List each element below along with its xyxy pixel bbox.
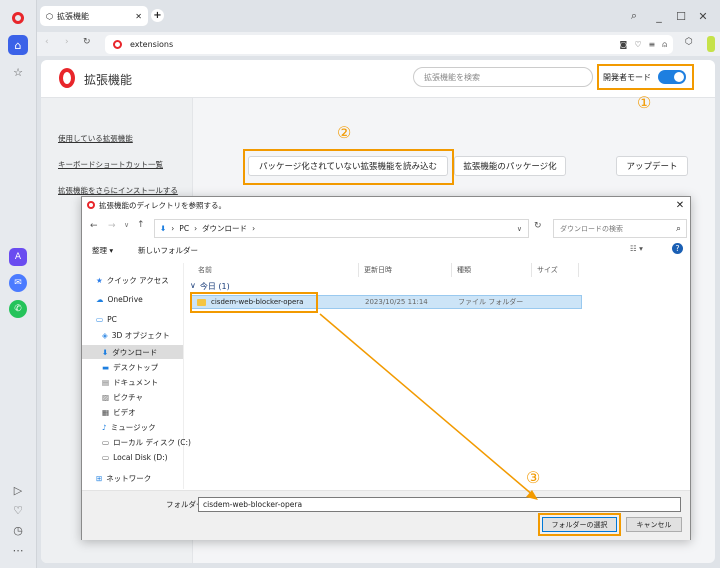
arrow-line (319, 313, 535, 497)
annotation-arrow (319, 313, 538, 500)
